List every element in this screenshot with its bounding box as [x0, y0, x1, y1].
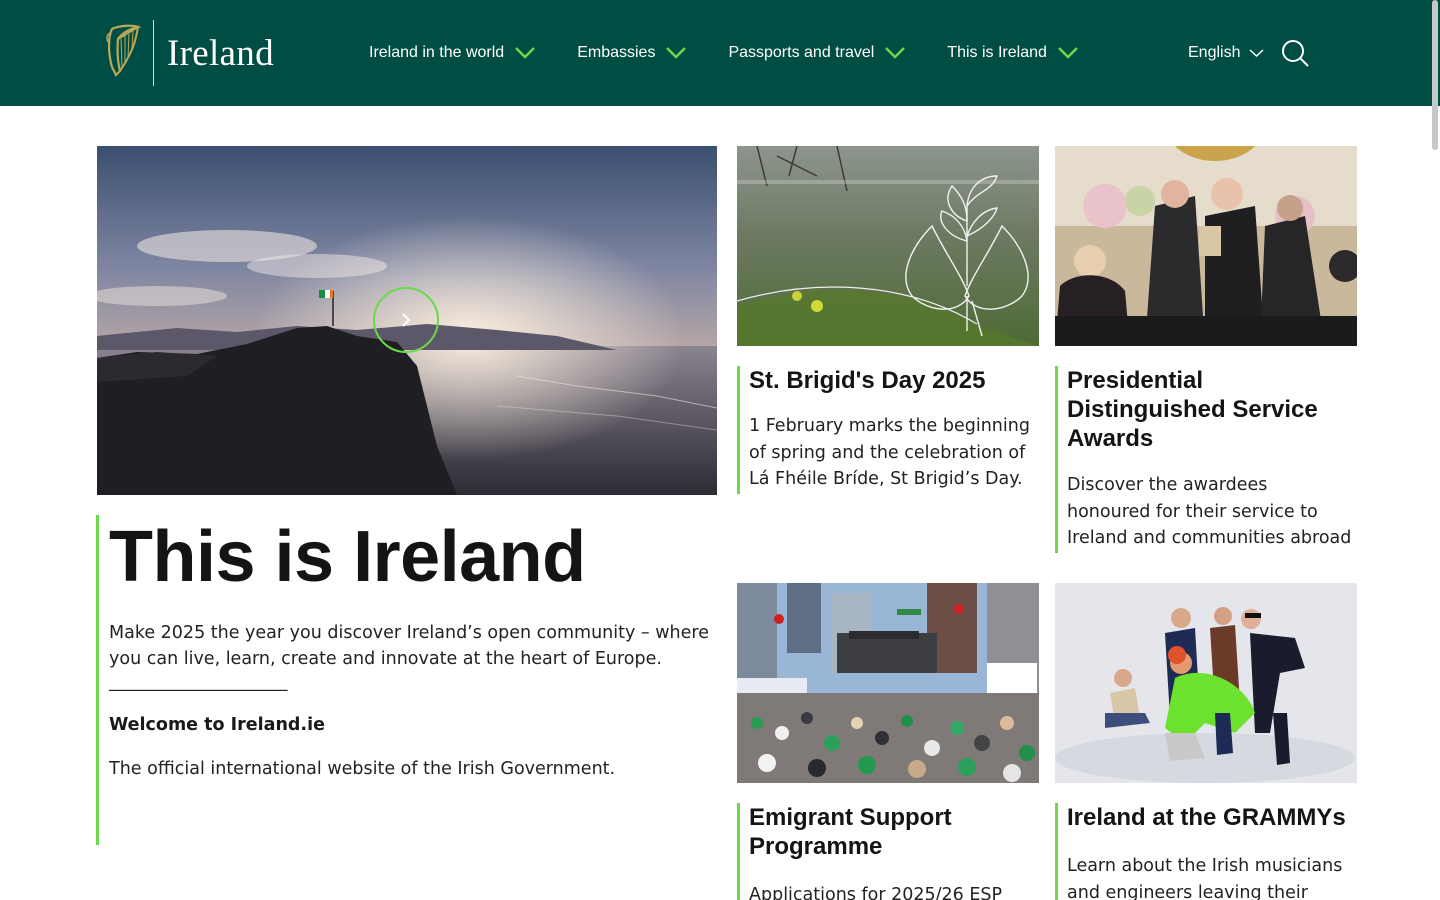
card-image-presidential-awards[interactable] — [1055, 146, 1357, 346]
page-scrollbar[interactable] — [1432, 0, 1438, 150]
chevron-down-icon — [1058, 47, 1078, 59]
chevron-down-icon — [1249, 49, 1264, 58]
nav-embassies[interactable]: Embassies — [577, 38, 687, 68]
nav-passports-and-travel[interactable]: Passports and travel — [728, 38, 906, 68]
card-image-emigrant-support[interactable] — [737, 583, 1039, 783]
carousel-next-button[interactable] — [373, 287, 439, 353]
nav-label: Ireland in the world — [369, 44, 505, 61]
card-title[interactable]: Ireland at the GRAMMYs — [1067, 803, 1353, 832]
card-title[interactable]: Presidential Distinguished Service Award… — [1067, 366, 1353, 453]
card-image-grammys[interactable] — [1055, 583, 1357, 783]
chevron-right-icon — [402, 313, 411, 327]
nav-label: This is Ireland — [947, 44, 1047, 61]
welcome-heading: Welcome to Ireland.ie — [109, 715, 325, 735]
chevron-down-icon — [666, 47, 687, 59]
hero-rule: _____________________ — [109, 672, 288, 692]
nav-label: Passports and travel — [728, 44, 875, 61]
logo-divider — [153, 20, 154, 86]
card-description: Discover the awardees honoured for their… — [1067, 475, 1352, 548]
card-st-brigid: St. Brigid's Day 2025 1 February marks t… — [737, 366, 1039, 494]
card-grammys: Ireland at the GRAMMYs Learn about the I… — [1055, 803, 1357, 900]
card-image-st-brigid[interactable] — [737, 146, 1039, 346]
nav-this-is-ireland[interactable]: This is Ireland — [947, 38, 1079, 68]
card-description: 1 February marks the beginning of spring… — [749, 416, 1030, 489]
card-description: Learn about the Irish musicians and engi… — [1067, 856, 1343, 900]
site-header: Ireland Ireland in the world Embassies P… — [0, 0, 1440, 106]
official-site-text: The official international website of th… — [109, 759, 616, 779]
nav-ireland-in-the-world[interactable]: Ireland in the world — [369, 38, 536, 68]
card-description: Applications for 2025/26 ESP — [749, 885, 1003, 900]
card-emigrant-support: Emigrant Support Programme Applications … — [737, 803, 1039, 900]
nav-label: Embassies — [577, 44, 656, 61]
language-selector[interactable]: English — [1188, 38, 1264, 68]
main-nav: Ireland in the world Embassies Passports… — [369, 38, 1120, 68]
harp-icon — [104, 23, 144, 84]
home-logo-link[interactable]: Ireland — [104, 18, 274, 88]
chevron-down-icon — [885, 47, 906, 59]
card-presidential-awards: Presidential Distinguished Service Award… — [1055, 366, 1357, 553]
logo-text: Ireland — [167, 32, 274, 74]
hero-text-block: This is Ireland Make 2025 the year you d… — [96, 515, 717, 845]
chevron-down-icon — [515, 47, 536, 59]
page-title: This is Ireland — [109, 517, 586, 597]
language-label: English — [1188, 44, 1241, 61]
hero-description: Make 2025 the year you discover Ireland’… — [109, 623, 709, 669]
card-title[interactable]: St. Brigid's Day 2025 — [749, 366, 1035, 395]
card-title[interactable]: Emigrant Support Programme — [749, 803, 1035, 861]
search-icon[interactable] — [1281, 39, 1309, 67]
